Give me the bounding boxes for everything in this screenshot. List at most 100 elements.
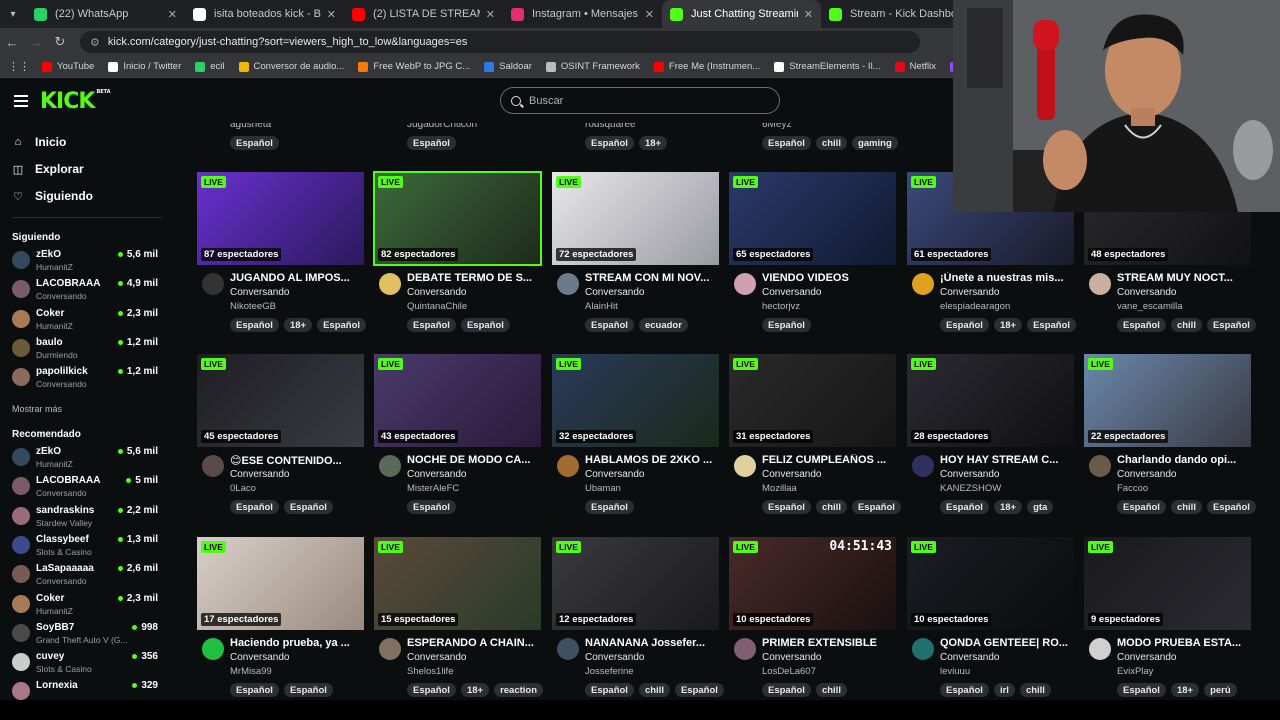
tag-chip[interactable]: Español	[762, 500, 811, 514]
close-icon[interactable]: ✕	[804, 8, 813, 21]
menu-icon[interactable]	[14, 95, 28, 107]
channel-name[interactable]: MisterAleFC	[407, 483, 459, 494]
stream-category[interactable]: Conversando	[407, 469, 466, 480]
site-info-icon[interactable]: ⚙	[90, 36, 100, 49]
stream-category[interactable]: Conversando	[1117, 652, 1176, 663]
bookmark-item[interactable]: Free Me (Instrumen...	[653, 61, 760, 72]
bookmark-item[interactable]: Inicio / Twitter	[108, 61, 181, 72]
stream-title[interactable]: STREAM CON MI NOV...	[585, 272, 719, 284]
stream-title[interactable]: ¡Únete a nuestras mis...	[940, 272, 1074, 284]
sidebar-channel[interactable]: LACOBRAAA Conversando 4,9 mil	[12, 276, 162, 304]
channel-name[interactable]: AlainHit	[585, 301, 618, 312]
tag-chip[interactable]: perú	[1204, 683, 1237, 697]
tag-chip[interactable]: chill	[1019, 683, 1051, 697]
stream-title[interactable]: MODO PRUEBA ESTA...	[1117, 637, 1251, 649]
tag-chip[interactable]: Español	[585, 500, 634, 514]
browser-tab[interactable]: isita boteados kick - Buscar con ✕	[185, 0, 344, 28]
stream-card[interactable]: LIVE 65 espectadores VIENDO VIDEOS Conversa…	[729, 172, 896, 342]
avatar[interactable]	[1089, 455, 1111, 477]
url-input[interactable]: ⚙ kick.com/category/just-chatting?sort=v…	[80, 31, 920, 53]
channel-name[interactable]: QuintanaChile	[407, 301, 467, 312]
tag-chip[interactable]: Español	[230, 136, 279, 150]
tag-chip[interactable]: chill	[638, 683, 670, 697]
tag-chip[interactable]: Español	[407, 683, 456, 697]
sidebar-channel[interactable]: Coker HumanitZ 2,3 mil	[12, 306, 162, 334]
stream-card[interactable]: LIVE 87 espectadores JUGANDO AL IMPOS... Co…	[197, 172, 367, 342]
channel-name[interactable]: EvixPlay	[1117, 666, 1153, 677]
stream-card[interactable]: LIVE 45 espectadores 😊ESE CONTENIDO... Conv…	[197, 354, 364, 524]
browser-tab[interactable]: Instagram • Mensajes ✕	[503, 0, 662, 28]
tag-chip[interactable]: Español	[230, 500, 279, 514]
stream-category[interactable]: Conversando	[585, 469, 644, 480]
channel-name[interactable]: LosDeLa607	[762, 666, 816, 677]
avatar[interactable]	[734, 273, 756, 295]
tag-chip[interactable]: Español	[851, 500, 901, 514]
stream-title[interactable]: NANANANA Jossefer...	[585, 637, 719, 649]
stream-category[interactable]: Conversando	[585, 652, 644, 663]
sidebar-channel[interactable]: Coker HumanitZ 2,3 mil	[12, 591, 162, 619]
nav-explorar[interactable]: ◫ Explorar	[12, 162, 84, 176]
stream-thumbnail[interactable]: LIVE 65 espectadores	[729, 172, 896, 265]
channel-name[interactable]: vane_escamilla	[1117, 301, 1182, 312]
tag-chip[interactable]: Español	[407, 318, 456, 332]
tag-chip[interactable]: Español	[1117, 683, 1166, 697]
sidebar-channel[interactable]: Classybeef Slots & Casino 1,3 mil	[12, 532, 162, 560]
tag-chip[interactable]: Español	[283, 500, 333, 514]
avatar[interactable]	[202, 273, 224, 295]
tag-chip[interactable]: Español	[585, 136, 634, 150]
avatar[interactable]	[1089, 273, 1111, 295]
nav-siguiendo[interactable]: ♡ Siguiendo	[12, 189, 93, 203]
forward-icon[interactable]: →	[24, 35, 48, 50]
show-more-link[interactable]: Mostrar más	[12, 404, 62, 414]
stream-category[interactable]: Conversando	[230, 652, 289, 663]
tag-chip[interactable]: ecuador	[638, 318, 688, 332]
bookmark-item[interactable]: Conversor de audio...	[238, 61, 344, 72]
tag-chip[interactable]: irl	[993, 683, 1015, 697]
sidebar-channel[interactable]: sandraskins Stardew Valley 2,2 mil	[12, 503, 162, 531]
tag-chip[interactable]: 18+	[638, 136, 668, 150]
stream-card[interactable]: LIVE 12 espectadores NANANANA Jossefer... C…	[552, 537, 724, 707]
kick-logo[interactable]: KICK BETA	[40, 89, 111, 114]
stream-title[interactable]: PRIMER EXTENSIBLE	[762, 637, 896, 649]
tag-chip[interactable]: Español	[1027, 318, 1077, 332]
avatar[interactable]	[912, 638, 934, 660]
stream-category[interactable]: Conversando	[1117, 469, 1176, 480]
stream-category[interactable]: Conversando	[762, 469, 821, 480]
reload-icon[interactable]: ↻	[48, 34, 72, 50]
avatar[interactable]	[202, 455, 224, 477]
stream-title[interactable]: 😊ESE CONTENIDO...	[230, 454, 364, 467]
avatar[interactable]	[557, 638, 579, 660]
sidebar-channel[interactable]: papolilkick Conversando 1,2 mil	[12, 364, 162, 392]
stream-card[interactable]: LIVE 17 espectadores Haciendo prueba, ya .…	[197, 537, 364, 707]
sidebar-channel[interactable]: zEkO HumanitZ 5,6 mil	[12, 444, 162, 472]
sidebar-channel[interactable]: LACOBRAAA Conversando 5 mil	[12, 473, 162, 501]
tag-chip[interactable]: Español	[230, 318, 279, 332]
stream-card[interactable]: LIVE 82 espectadores DEBATE TERMO DE S... C…	[373, 171, 542, 342]
stream-category[interactable]: Conversando	[940, 469, 999, 480]
tag-chip[interactable]: Español	[585, 683, 634, 697]
channel-name[interactable]: Faccoo	[1117, 483, 1148, 494]
bookmark-item[interactable]: Free WebP to JPG C...	[358, 61, 470, 72]
tag-chip[interactable]: chill	[1170, 500, 1202, 514]
stream-card[interactable]: LIVE 10 espectadores QONDA GENTEEE| RO... C…	[907, 537, 1074, 707]
bookmark-item[interactable]: Netflix	[894, 61, 936, 72]
tag-chip[interactable]: Español	[1117, 500, 1166, 514]
stream-category[interactable]: Conversando	[585, 287, 644, 298]
stream-category[interactable]: Conversando	[762, 287, 821, 298]
stream-title[interactable]: Charlando dando opi...	[1117, 454, 1251, 466]
sidebar-channel[interactable]: SoyBB7 Grand Theft Auto V (G... 998	[12, 620, 162, 648]
tag-chip[interactable]: Español	[940, 318, 989, 332]
stream-thumbnail[interactable]: LIVE 22 espectadores	[1084, 354, 1251, 447]
tag-chip[interactable]: Español	[762, 136, 811, 150]
stream-card[interactable]: LIVE 31 espectadores FELIZ CUMPLEAÑOS ... C…	[729, 354, 901, 524]
stream-card[interactable]: LIVE 32 espectadores HABLAMOS DE 2XKO ... C…	[552, 354, 719, 524]
channel-name[interactable]: KANEZSHOW	[940, 483, 1001, 494]
avatar[interactable]	[379, 273, 401, 295]
tag-chip[interactable]: 18+	[1170, 683, 1200, 697]
stream-category[interactable]: Conversando	[1117, 287, 1176, 298]
stream-thumbnail[interactable]: LIVE 82 espectadores	[373, 171, 542, 266]
tag-chip[interactable]: chill	[815, 683, 847, 697]
stream-title[interactable]: HABLAMOS DE 2XKO ...	[585, 454, 719, 466]
stream-title[interactable]: HOY HAY STREAM C...	[940, 454, 1074, 466]
close-icon[interactable]: ✕	[645, 8, 654, 21]
